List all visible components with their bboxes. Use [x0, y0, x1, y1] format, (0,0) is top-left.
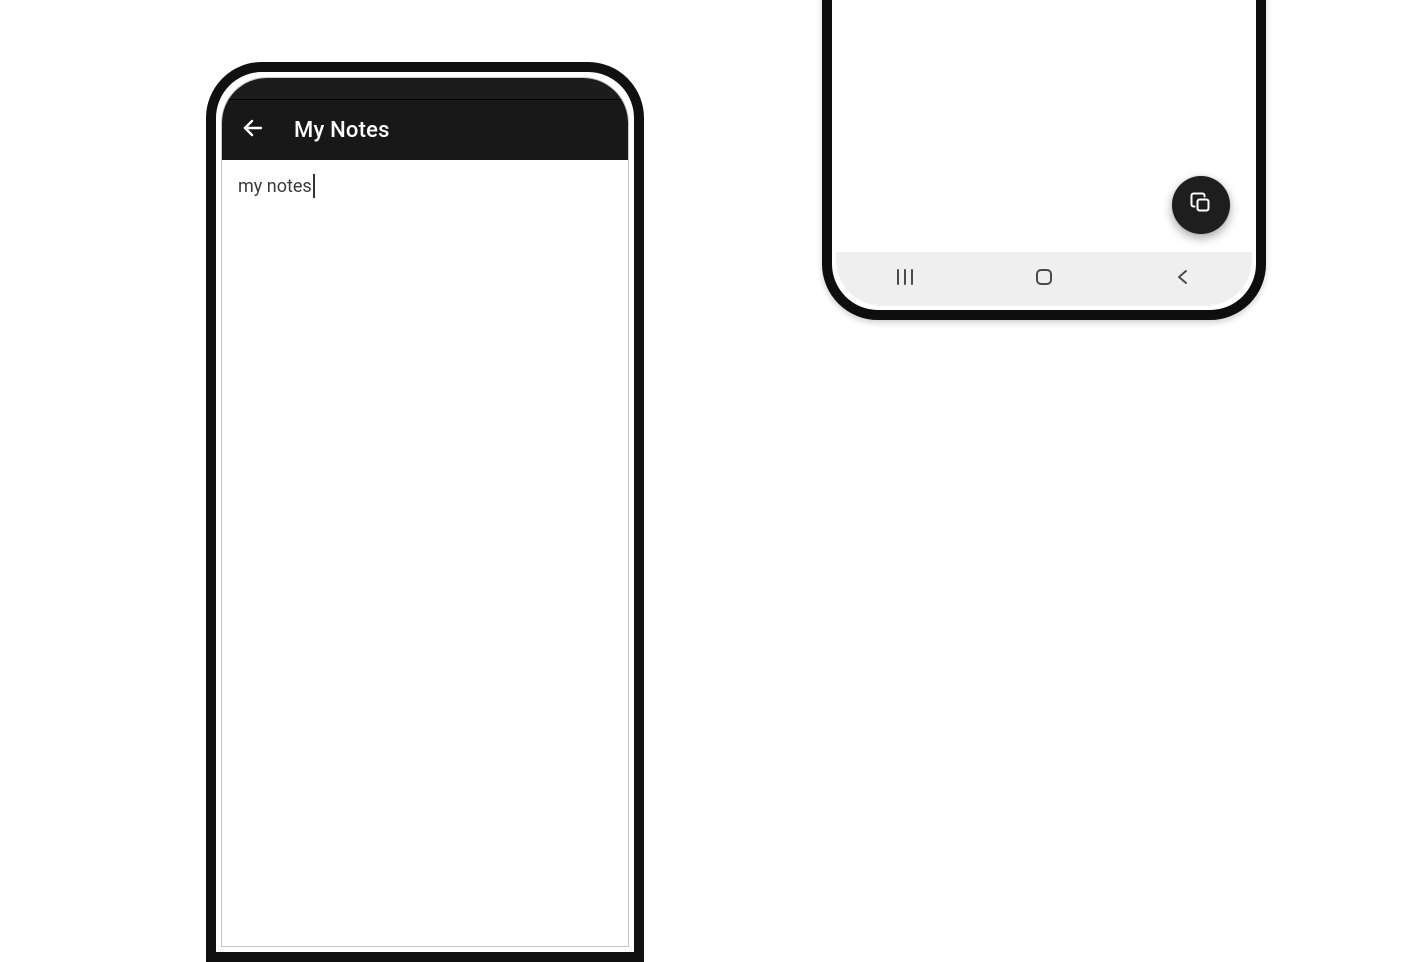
screen-content [836, 0, 1252, 252]
phone-screen-left: My Notes my notes [221, 77, 629, 947]
app-bar: My Notes [222, 100, 628, 160]
fab-copy[interactable] [1172, 176, 1230, 234]
android-nav-bar [836, 252, 1252, 306]
recents-icon [893, 267, 917, 291]
chevron-left-icon [1173, 267, 1193, 291]
nav-recents[interactable] [850, 259, 960, 299]
note-text: my notes [238, 176, 312, 197]
status-bar [222, 78, 628, 100]
back-button[interactable] [240, 117, 266, 143]
nav-back[interactable] [1128, 259, 1238, 299]
arrow-left-icon [241, 116, 265, 144]
phone-mockup-right [822, 0, 1266, 320]
home-icon [1032, 265, 1056, 293]
copy-icon [1189, 191, 1213, 219]
note-editor[interactable]: my notes [222, 160, 628, 212]
nav-home[interactable] [989, 259, 1099, 299]
app-bar-title: My Notes [294, 118, 390, 143]
phone-screen-right [836, 0, 1252, 306]
text-cursor [313, 174, 315, 198]
phone-mockup-left: My Notes my notes [206, 62, 644, 962]
